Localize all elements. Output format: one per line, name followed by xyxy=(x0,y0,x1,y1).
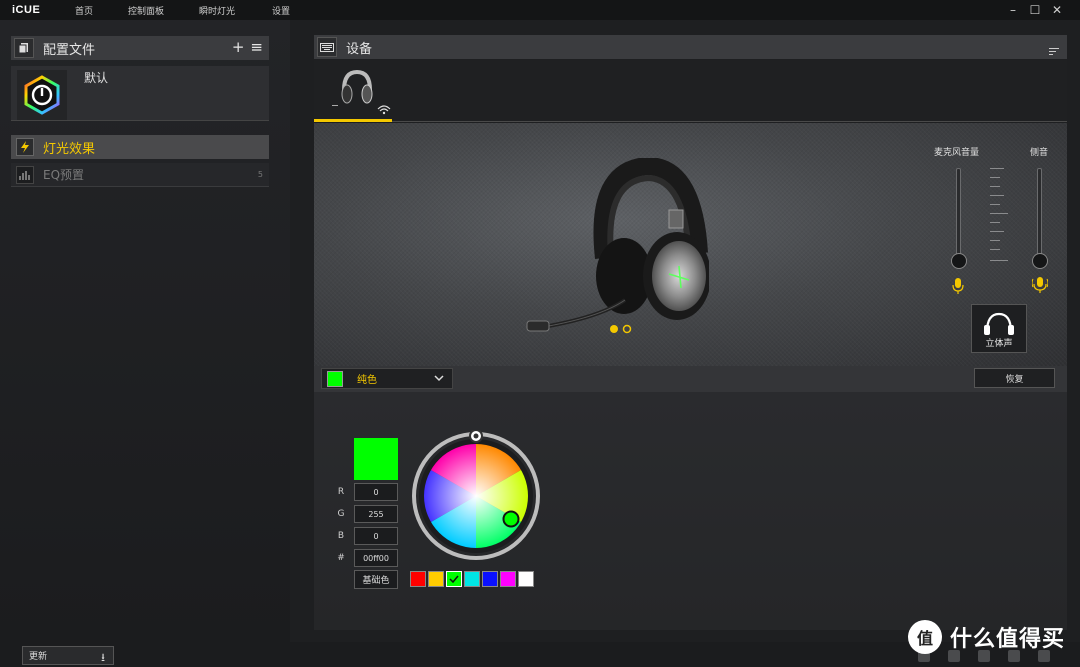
update-label: 更新 xyxy=(29,652,48,662)
g-input[interactable]: 255 xyxy=(354,505,398,523)
sidetone-slider[interactable] xyxy=(1037,168,1042,258)
equalizer-icon xyxy=(16,165,34,184)
current-color-swatch xyxy=(354,438,398,480)
preset-color-red[interactable] xyxy=(410,571,426,587)
preset-color-magenta[interactable] xyxy=(500,571,516,587)
lighting-mode-dropdown[interactable]: 纯色 xyxy=(321,368,453,389)
keyboard-icon xyxy=(317,37,337,57)
microphone-icon[interactable] xyxy=(952,277,964,295)
app-logo: iCUE xyxy=(12,4,41,16)
device-preview: 麦克风音量 侧音 立体声 xyxy=(314,123,1067,366)
headset-image xyxy=(526,158,709,334)
lightning-icon xyxy=(16,138,34,156)
sidetone-handle[interactable] xyxy=(1032,253,1048,269)
profiles-header: 配置文件 + ≡ xyxy=(11,36,269,60)
base-color-button[interactable]: 基础色 xyxy=(354,570,398,589)
headset-thumbnail-icon xyxy=(341,69,391,115)
checkmark-icon xyxy=(449,575,459,583)
headphones-icon xyxy=(984,312,1014,335)
device-tab-headset[interactable] xyxy=(314,60,392,122)
update-button[interactable]: 更新 ⭳ xyxy=(22,646,114,665)
mode-label: 纯色 xyxy=(357,375,377,386)
mic-volume-handle[interactable] xyxy=(951,253,967,269)
preset-color-cyan[interactable] xyxy=(464,571,480,587)
eq-count-badge: 5 xyxy=(257,170,263,179)
preset-color-white[interactable] xyxy=(518,571,534,587)
close-icon[interactable]: ✕ xyxy=(1050,3,1064,17)
lighting-mode-bar: 纯色 恢复 xyxy=(314,366,1067,392)
sidetone-label: 侧音 xyxy=(1030,148,1049,158)
sidetone-mic-icon[interactable] xyxy=(1032,275,1048,295)
maximize-icon[interactable]: ☐ xyxy=(1028,3,1042,17)
profiles-actions: + ≡ xyxy=(232,39,263,55)
color-wheel[interactable] xyxy=(410,430,542,562)
sidebar-item-eq[interactable]: EQ预置 5 xyxy=(11,163,269,187)
left-panel: 配置文件 + ≡ 默认 灯光效果 EQ预置 5 xyxy=(0,20,290,642)
mic-volume-label: 麦克风音量 xyxy=(934,148,980,158)
preset-color-green[interactable] xyxy=(446,571,462,587)
profile-menu-icon[interactable]: ≡ xyxy=(250,39,263,55)
level-ticks xyxy=(990,168,1008,262)
icue-profile-icon xyxy=(17,70,67,120)
watermark-text: 什么值得买 xyxy=(950,627,1066,652)
window-controls: – ☐ ✕ xyxy=(1006,0,1080,20)
hex-label: # xyxy=(337,553,345,563)
b-label: B xyxy=(337,531,345,541)
stereo-button[interactable]: 立体声 xyxy=(971,304,1027,353)
sort-icon[interactable] xyxy=(1049,41,1059,60)
stereo-label: 立体声 xyxy=(985,339,1013,349)
watermark-logo: 值 xyxy=(908,620,942,654)
reset-button[interactable]: 恢复 xyxy=(974,368,1055,388)
profiles-icon xyxy=(14,38,34,58)
tab-dash xyxy=(332,105,338,106)
top-bar: iCUE 首页 控制面板 瞬时灯光 设置 – ☐ ✕ xyxy=(0,0,1080,20)
profile-item-default[interactable]: 默认 xyxy=(11,66,269,121)
device-tabs xyxy=(314,60,1067,122)
mic-volume-slider[interactable] xyxy=(956,168,961,258)
nav-dashboard[interactable]: 控制面板 xyxy=(128,4,186,17)
nav-home[interactable]: 首页 xyxy=(75,4,115,17)
preset-color-yellow[interactable] xyxy=(428,571,444,587)
minimize-icon[interactable]: – xyxy=(1006,3,1020,17)
r-input[interactable]: 0 xyxy=(354,483,398,501)
chevron-down-icon xyxy=(434,372,444,385)
sidebar-item-label: 灯光效果 xyxy=(43,141,96,157)
nav-instant-lighting[interactable]: 瞬时灯光 xyxy=(199,4,259,17)
profile-name: 默认 xyxy=(84,71,109,85)
mode-color-swatch xyxy=(327,370,343,387)
profiles-title: 配置文件 xyxy=(43,42,96,58)
preset-color-blue[interactable] xyxy=(482,571,498,587)
devices-title: 设备 xyxy=(346,41,373,57)
b-input[interactable]: 0 xyxy=(354,527,398,545)
sidebar-item-lighting[interactable]: 灯光效果 xyxy=(11,135,269,159)
main-nav: 首页 控制面板 瞬时灯光 设置 xyxy=(62,4,312,17)
r-label: R xyxy=(337,487,345,497)
download-icon: ⭳ xyxy=(101,651,105,664)
color-picker-panel: R 0 G 255 B 0 # 00ff00 基础色 xyxy=(314,392,1067,630)
devices-header: 设备 xyxy=(314,35,1067,59)
hex-input[interactable]: 00ff00 xyxy=(354,549,398,567)
sidebar-item-label: EQ预置 xyxy=(43,168,85,182)
add-profile-icon[interactable]: + xyxy=(232,39,245,55)
watermark: 值 什么值得买 xyxy=(908,620,1065,654)
nav-settings[interactable]: 设置 xyxy=(272,4,312,17)
preset-colors xyxy=(410,571,534,587)
active-tab-indicator xyxy=(314,119,392,122)
g-label: G xyxy=(337,509,345,519)
